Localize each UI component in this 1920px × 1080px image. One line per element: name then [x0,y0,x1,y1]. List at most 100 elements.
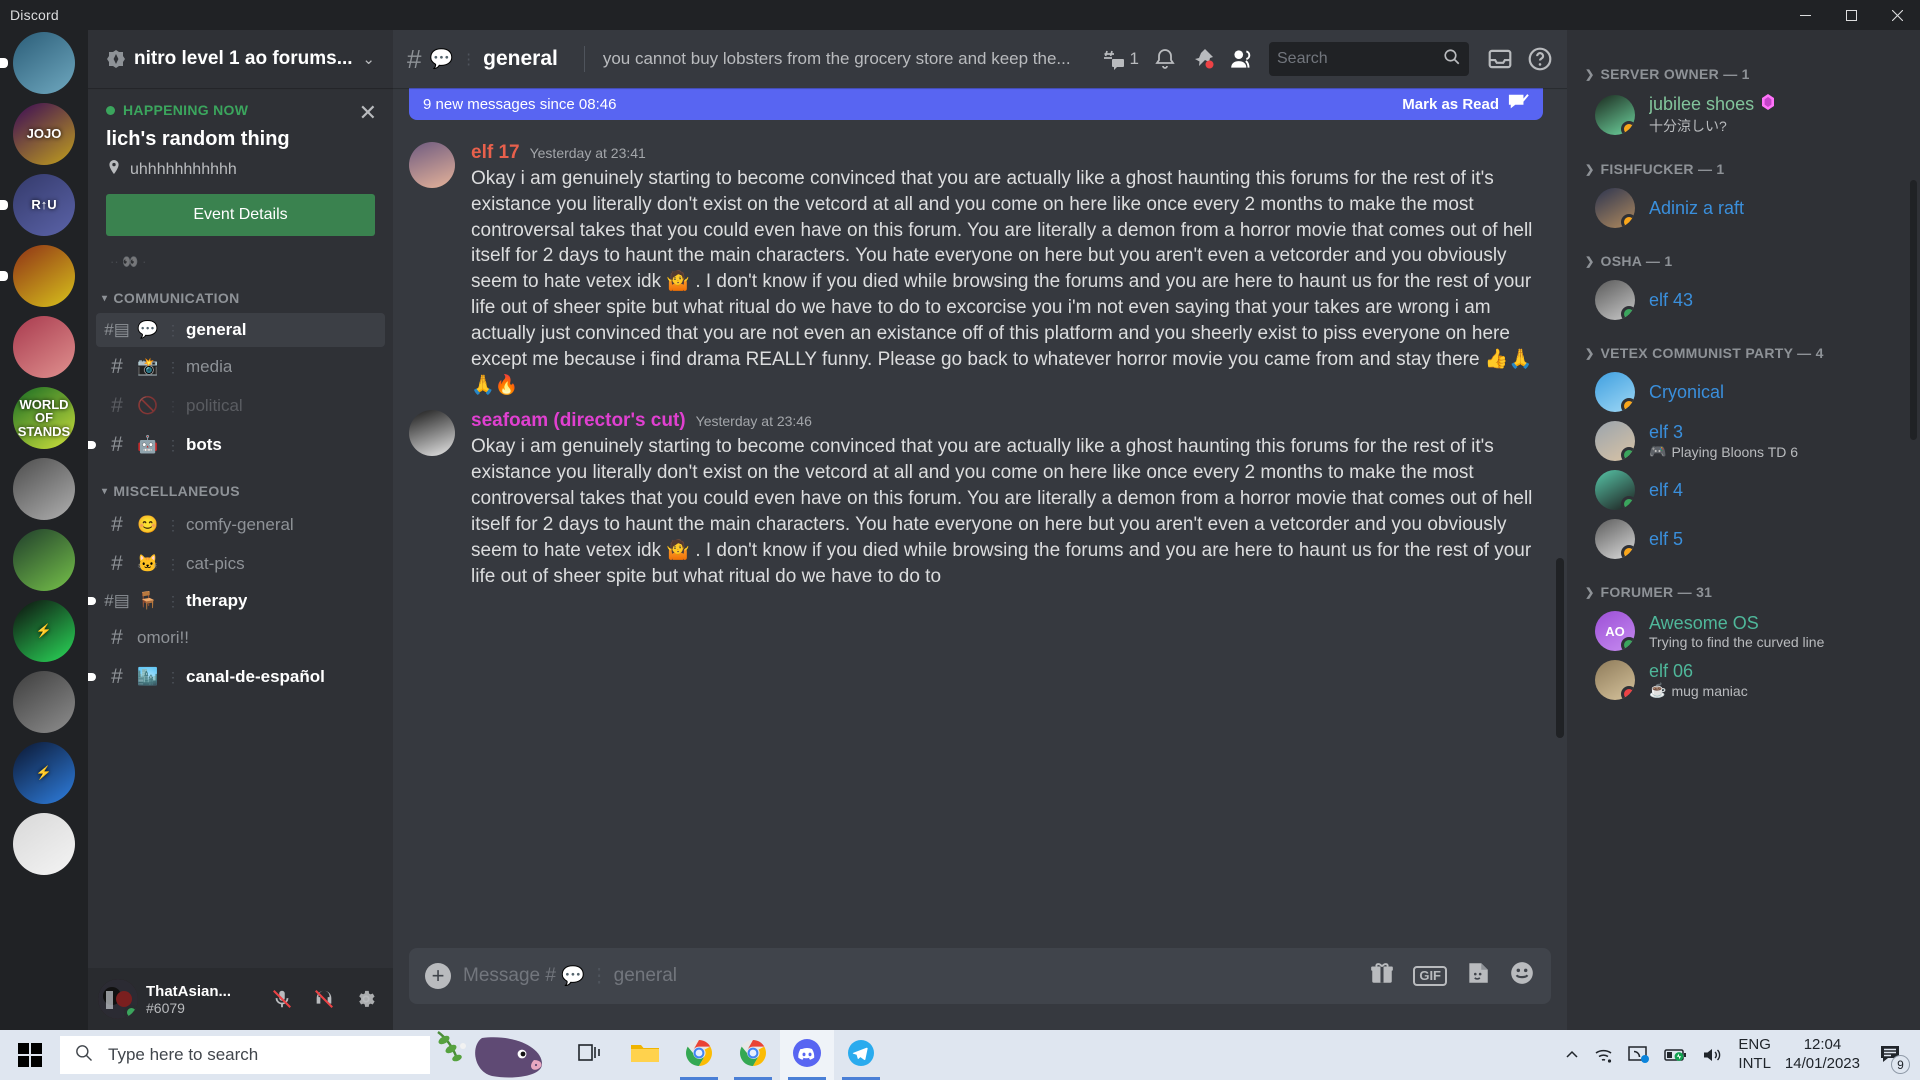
member-item[interactable]: elf 43 [1577,276,1912,324]
member-group-header[interactable]: ❯ SERVER OWNER — 1 [1567,46,1920,88]
mic-muted-icon[interactable] [265,982,299,1016]
guild-icon-label: WORLD OF STANDS [17,396,71,439]
channel-item-media[interactable]: # 📸 ⋮ media [96,348,385,386]
gif-button[interactable]: GIF [1413,965,1447,987]
new-messages-banner[interactable]: 9 new messages since 08:46 Mark as Read [409,88,1543,120]
headset-muted-icon[interactable] [307,982,341,1016]
tray-expand-chevron-icon[interactable] [1564,1047,1580,1063]
message-scrollbar[interactable] [1556,558,1564,738]
maximize-button[interactable] [1828,0,1874,30]
guild-icon[interactable] [13,458,75,520]
minimize-button[interactable] [1782,0,1828,30]
close-button[interactable] [1874,0,1920,30]
clock[interactable]: 12:04 14/01/2023 [1785,1036,1860,1074]
threads-icon[interactable]: 1 [1102,47,1139,71]
guild-icon[interactable]: ⚡ [13,742,75,804]
event-details-button[interactable]: Event Details [106,194,375,236]
channel-item-omori-[interactable]: # omori!! [96,619,385,657]
guild-icon[interactable]: WORLD OF STANDS [13,387,75,449]
avatar[interactable] [409,410,455,457]
guild-icon-label: JOJO [26,126,62,142]
pin-icon[interactable] [1191,47,1215,71]
user-identity[interactable]: ThatAsian... #6079 [146,983,257,1016]
sticker-icon[interactable] [1465,960,1491,992]
channel-list[interactable]: ·· 👀 · ▾ COMMUNICATION #▤ 💬 ⋮ general # 📸 ⋮ media… [88,244,393,968]
help-icon[interactable] [1527,46,1553,72]
member-item[interactable]: elf 3 🎮 Playing Bloons TD 6 [1577,417,1912,465]
guild-icon[interactable]: R↑U [13,174,75,236]
channel-divider-dots: ⋮ [166,555,180,572]
gear-icon[interactable] [349,982,383,1016]
channel-category[interactable]: ▾ COMMUNICATION [88,272,393,312]
boost-gem-icon [1760,93,1776,116]
channel-topic[interactable]: you cannot buy lobsters from the grocery… [603,49,1084,69]
guild-icon[interactable] [13,316,75,378]
members-icon[interactable] [1229,46,1255,72]
guild-icon[interactable] [13,245,75,307]
member-item[interactable]: elf 06 ☕ mug maniac [1577,656,1912,704]
message-list[interactable]: elf 17 Yesterday at 23:41 Okay i am genuin… [393,88,1567,948]
channel-item-comfy-general[interactable]: # 😊 ⋮ comfy-general [96,506,385,544]
mark-as-read-button[interactable]: Mark as Read [1402,92,1529,116]
member-group-header[interactable]: ❯ FISHFUCKER — 1 [1567,141,1920,183]
avatar[interactable] [409,142,455,188]
channel-item-bots[interactable]: # 🤖 ⋮ bots [88,426,385,464]
taskbar-apps[interactable] [564,1030,888,1080]
battery-icon[interactable] [1664,1047,1688,1063]
cast-icon[interactable] [1628,1046,1650,1064]
guild-icon[interactable] [13,671,75,733]
taskbar-app-discord[interactable] [780,1030,834,1080]
notification-center-button[interactable]: 9 [1874,1038,1910,1074]
taskbar-app-file-explorer[interactable] [618,1030,672,1080]
member-scrollbar[interactable] [1910,180,1917,440]
member-item[interactable]: AO Awesome OS Trying to find the curved li… [1577,607,1912,655]
message-author[interactable]: elf 17 [471,142,520,164]
guild-icon[interactable] [13,813,75,875]
wifi-icon[interactable] [1594,1046,1614,1064]
member-item[interactable]: elf 5 [1577,515,1912,563]
emoji-icon[interactable] [1509,960,1535,992]
taskbar-search-input[interactable]: Type here to search [60,1036,430,1074]
channel-item-canal-de-espa-ol[interactable]: # 🏙️ ⋮ canal-de-español [88,658,385,696]
search-input[interactable]: Search [1269,42,1469,76]
attach-button[interactable]: + [425,963,451,989]
guild-icon[interactable]: ⚡ [13,600,75,662]
avatar[interactable] [98,979,138,1019]
taskbar-app-chrome-1[interactable] [672,1030,726,1080]
guild-icon[interactable]: JOJO [13,103,75,165]
message-composer[interactable]: + Message # 💬 ⋮ general GIF [409,948,1551,1004]
member-item[interactable]: jubilee shoes 十分涼しい? [1577,89,1912,140]
member-list[interactable]: ❯ SERVER OWNER — 1 jubilee shoes 十分涼しい? ❯ FIS… [1567,30,1920,1030]
notification-badge: 9 [1891,1055,1910,1074]
member-group-header[interactable]: ❯ OSHA — 1 [1567,233,1920,275]
close-icon[interactable]: ✕ [359,102,377,124]
member-group-header[interactable]: ❯ VETEX COMMUNIST PARTY — 4 [1567,325,1920,367]
chevron-down-icon[interactable]: ⌄ [362,50,375,68]
guild-icon[interactable] [13,32,75,94]
channel-item-general[interactable]: #▤ 💬 ⋮ general [96,313,385,347]
channel-item-political[interactable]: # 🚫 ⋮ political [96,387,385,425]
volume-icon[interactable] [1702,1046,1724,1064]
language-indicator[interactable]: ENG INTL [1738,1036,1771,1074]
taskbar-app-telegram[interactable] [834,1030,888,1080]
guild-rail[interactable]: JOJO R↑U WORLD OF STANDS ⚡ ⚡ [0,30,88,1030]
message-author[interactable]: seafoam (director's cut) [471,410,686,432]
message-input[interactable]: Message # 💬 ⋮ general [463,964,1357,988]
member-item[interactable]: Cryonical [1577,368,1912,416]
inbox-icon[interactable] [1487,46,1513,72]
member-item[interactable]: Adiniz a raft [1577,184,1912,232]
channel-item-cat-pics[interactable]: # 🐱 ⋮ cat-pics [96,545,385,583]
gift-icon[interactable] [1369,960,1395,992]
taskbar-app-task-view[interactable] [564,1030,618,1080]
clock-time: 12:04 [1803,1036,1842,1054]
member-item[interactable]: elf 4 [1577,466,1912,514]
member-group-header[interactable]: ❯ FORUMER — 31 [1567,564,1920,606]
channel-item-therapy[interactable]: #▤ 🪑 ⋮ therapy [88,584,385,618]
avatar [1595,188,1635,228]
channel-category[interactable]: ▾ MISCELLANEOUS [88,465,393,505]
server-header[interactable]: nitro level 1 ao forums... ⌄ [88,30,393,88]
start-button[interactable] [0,1030,60,1080]
taskbar-app-chrome-2[interactable] [726,1030,780,1080]
bell-icon[interactable] [1153,47,1177,71]
guild-icon[interactable] [13,529,75,591]
